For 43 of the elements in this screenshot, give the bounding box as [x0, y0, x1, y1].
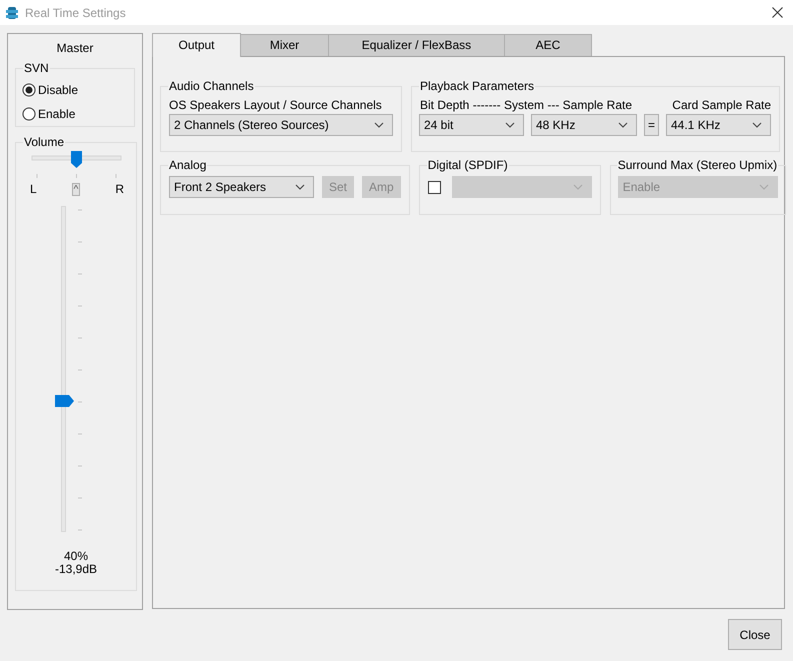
group-title: Volume — [23, 135, 66, 149]
app-icon — [5, 4, 19, 20]
dropdown[interactable]: 44.1 KHz — [666, 114, 771, 136]
chevron-icon — [374, 122, 384, 128]
panel-title: Master — [56, 41, 94, 55]
balance-thumb[interactable] — [71, 151, 82, 168]
tab[interactable]: Output — [152, 33, 241, 57]
center-button[interactable]: ^ — [72, 182, 80, 196]
chevron-icon — [758, 184, 769, 190]
field-label: Card Sample Rate — [672, 98, 771, 112]
group-title: Audio Channels — [168, 79, 255, 93]
dropdown[interactable]: 2 Channels (Stereo Sources) — [169, 114, 393, 136]
chevron-icon — [618, 122, 628, 128]
equals-button[interactable]: = — [644, 114, 659, 136]
field-label: Bit Depth ------- System --- Sample Rate — [420, 98, 632, 112]
field-label: OS Speakers Layout / Source Channels — [169, 98, 383, 112]
tab[interactable]: Mixer — [240, 34, 329, 56]
volume-thumb[interactable] — [55, 395, 74, 407]
group-title: Analog — [168, 158, 208, 172]
tab[interactable]: AEC — [504, 34, 592, 56]
chevron-icon — [505, 122, 515, 128]
group-title: SVN — [23, 61, 50, 75]
close-icon[interactable] — [772, 7, 783, 18]
radio-button[interactable] — [22, 107, 36, 121]
volume-db: -13,9dB — [54, 563, 98, 576]
radio-label[interactable]: Disable — [38, 83, 78, 97]
dropdown[interactable]: 48 KHz — [531, 114, 637, 136]
chevron-icon — [752, 122, 762, 128]
radio-label[interactable]: Enable — [38, 107, 76, 121]
dropdown[interactable]: Front 2 Speakers — [169, 176, 314, 198]
right-label: R — [115, 182, 124, 196]
close-button[interactable]: Close — [728, 619, 782, 650]
left-label: L — [30, 182, 37, 196]
volume-percent: 40% — [64, 550, 88, 563]
tab[interactable]: Equalizer / FlexBass — [328, 34, 505, 56]
group-title: Surround Max (Stereo Upmix) — [616, 158, 778, 172]
window-title: Real Time Settings — [25, 6, 126, 20]
group-title: Playback Parameters — [419, 79, 536, 93]
group-title: Digital (SPDIF) — [426, 158, 509, 172]
radio-button[interactable] — [22, 83, 36, 97]
chevron-icon — [295, 184, 305, 190]
dropdown[interactable]: 24 bit — [419, 114, 524, 136]
chevron-icon — [572, 184, 583, 190]
